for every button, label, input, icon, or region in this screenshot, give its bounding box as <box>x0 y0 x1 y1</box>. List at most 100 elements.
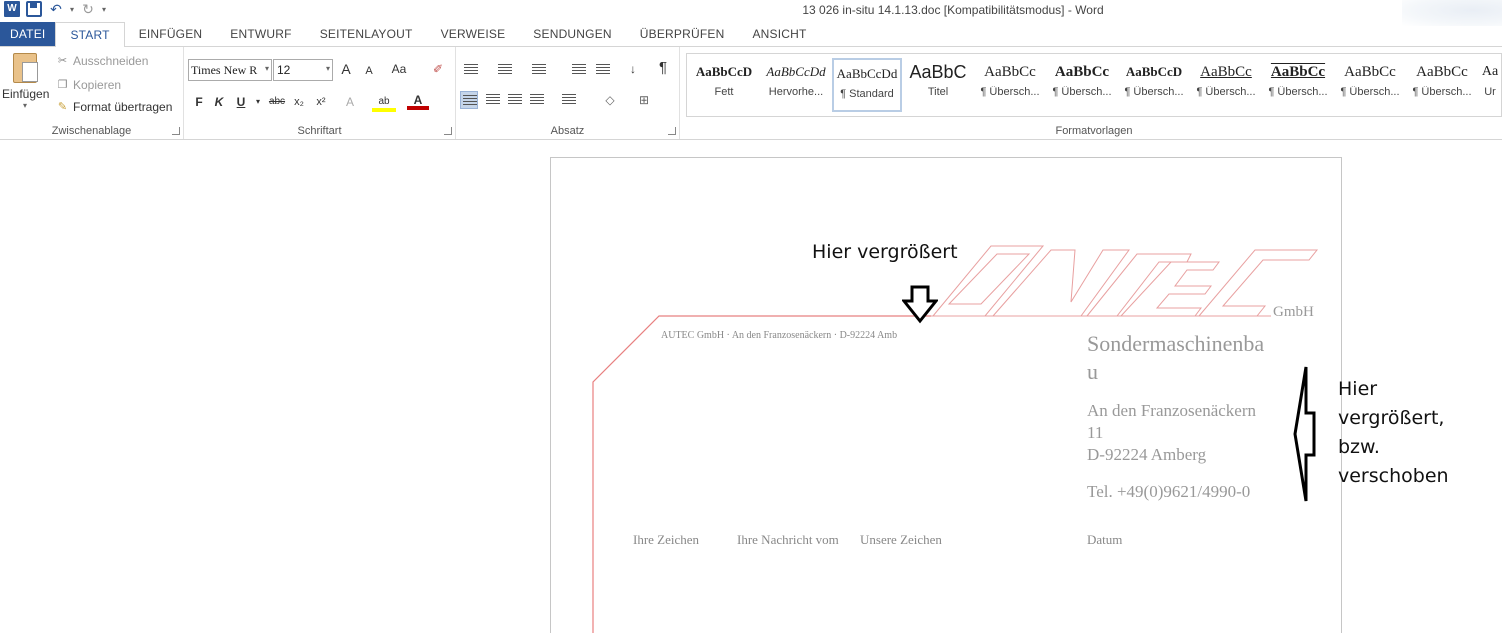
paragraph-group-label: Absatz <box>550 125 585 137</box>
style-label: Fett <box>714 86 734 98</box>
paintbrush-icon: ✎ <box>57 100 68 113</box>
address-number: 11 <box>1087 423 1104 442</box>
arrow-down-icon <box>902 285 938 324</box>
style-heading-4[interactable]: AaBbCc ¶ Übersch... <box>1191 58 1261 112</box>
tab-page-layout[interactable]: SEITENLAYOUT <box>306 22 427 46</box>
style-title[interactable]: AaBbC Titel <box>903 58 973 112</box>
company-phone: Tel. +49(0)9621/4990-0 <box>1087 482 1251 501</box>
style-sample: AaBbCcD <box>1125 64 1183 79</box>
document-page[interactable]: GmbH AUTEC GmbH · An den Franzosenäckern… <box>550 157 1342 633</box>
justify-icon[interactable] <box>528 91 546 109</box>
numbering-icon[interactable] <box>496 61 514 79</box>
tab-design[interactable]: ENTWURF <box>216 22 305 46</box>
style-sample: AaBbCcDd <box>836 66 898 81</box>
cut-label: Ausschneiden <box>73 54 149 68</box>
style-heading-7[interactable]: AaBbCc ¶ Übersch... <box>1407 58 1477 112</box>
style-heading-2[interactable]: AaBbCc ¶ Übersch... <box>1047 58 1117 112</box>
superscript-button[interactable]: x² <box>313 93 329 111</box>
style-sample: AaBbCcD <box>695 64 753 79</box>
style-subtitle[interactable]: Aa Ur <box>1479 58 1501 112</box>
shrink-font-button[interactable]: A <box>362 62 376 80</box>
clipboard-launcher-icon[interactable] <box>172 127 180 135</box>
style-sample: AaBbCc <box>1270 64 1326 80</box>
paragraph-launcher-icon[interactable] <box>668 127 676 135</box>
margin-frame <box>592 245 1319 633</box>
company-name-line2: u <box>1087 359 1098 384</box>
company-name: Sondermaschinenba u <box>1087 330 1264 386</box>
logo-gmbh-text: GmbH <box>1273 304 1314 320</box>
styles-gallery: AaBbCcD Fett AaBbCcDd Hervorhe... AaBbCc… <box>686 53 1502 117</box>
style-label: ¶ Übersch... <box>1196 86 1256 98</box>
margin-line <box>592 315 931 633</box>
underline-dropdown-icon[interactable]: ▾ <box>254 93 262 111</box>
multilevel-list-icon[interactable] <box>530 61 548 79</box>
style-sample: AaBbCcDd <box>766 64 826 79</box>
grow-font-button[interactable]: A <box>338 60 354 78</box>
tab-view[interactable]: ANSICHT <box>738 22 820 46</box>
style-bold[interactable]: AaBbCcD Fett <box>689 58 759 112</box>
highlighter-icon: ab <box>378 96 390 107</box>
subscript-button[interactable]: x₂ <box>291 93 307 111</box>
tab-start[interactable]: START <box>55 22 125 47</box>
style-label: ¶ Übersch... <box>1412 86 1472 98</box>
line-spacing-icon[interactable] <box>560 91 578 109</box>
style-label: ¶ Übersch... <box>980 86 1040 98</box>
align-center-icon[interactable] <box>484 91 502 109</box>
sender-line: AUTEC GmbH · An den Franzosenäckern · D-… <box>661 330 898 341</box>
style-label: ¶ Übersch... <box>1124 86 1184 98</box>
address-city: D-92224 Amberg <box>1087 445 1207 464</box>
underline-button[interactable]: U <box>234 93 248 111</box>
italic-button[interactable]: K <box>212 93 226 111</box>
style-heading-1[interactable]: AaBbCc ¶ Übersch... <box>975 58 1045 112</box>
align-right-icon[interactable] <box>506 91 524 109</box>
window-title: 13 026 in-situ 14.1.13.doc [Kompatibilit… <box>802 3 1104 17</box>
pilcrow-button[interactable]: ¶ <box>654 59 672 77</box>
style-label: Titel <box>927 86 949 98</box>
tab-review[interactable]: ÜBERPRÜFEN <box>626 22 739 46</box>
tab-file[interactable]: DATEI <box>0 22 56 46</box>
highlight-color-button[interactable]: ab <box>372 91 396 112</box>
annotation-right-line2: vergrößert, <box>1338 407 1445 429</box>
align-left-icon[interactable] <box>460 91 478 109</box>
style-emphasis[interactable]: AaBbCcDd Hervorhe... <box>761 58 831 112</box>
strikethrough-button[interactable]: abc <box>267 93 287 111</box>
style-sample: AaBbCc <box>984 64 1036 80</box>
font-name-box[interactable]: Times New R ▾ <box>188 59 272 81</box>
change-case-button[interactable]: Aa <box>388 60 410 78</box>
borders-icon[interactable]: ⊞ <box>634 91 654 109</box>
annotation-top: Hier vergrößert <box>812 241 958 263</box>
chevron-down-icon: ▾ <box>325 64 330 73</box>
copy-button[interactable]: ❐ Kopieren <box>56 78 121 92</box>
bullets-icon[interactable] <box>462 61 480 79</box>
font-size-box[interactable]: 12 ▾ <box>273 59 333 81</box>
tab-insert[interactable]: EINFÜGEN <box>125 22 217 46</box>
style-label: ¶ Übersch... <box>1340 86 1400 98</box>
ribbon: Einfügen ▾ ✂ Ausschneiden ❐ Kopieren ✎ F… <box>0 46 1502 140</box>
font-name-value: Times New R <box>191 63 258 77</box>
increase-indent-icon[interactable] <box>594 61 612 79</box>
format-painter-button[interactable]: ✎ Format übertragen <box>56 100 173 114</box>
style-standard[interactable]: AaBbCcDd ¶ Standard <box>832 58 902 112</box>
font-size-value: 12 <box>277 63 291 77</box>
clipboard-group: Einfügen ▾ ✂ Ausschneiden ❐ Kopieren ✎ F… <box>0 47 184 139</box>
font-launcher-icon[interactable] <box>444 127 452 135</box>
style-label: ¶ Übersch... <box>1268 86 1328 98</box>
font-color-button[interactable]: A <box>407 91 429 110</box>
annotation-right-line1: Hier <box>1338 378 1378 400</box>
style-heading-3[interactable]: AaBbCcD ¶ Übersch... <box>1119 58 1189 112</box>
paste-button[interactable]: Einfügen ▾ <box>2 53 49 110</box>
style-heading-6[interactable]: AaBbCc ¶ Übersch... <box>1335 58 1405 112</box>
bold-button[interactable]: F <box>192 93 206 111</box>
text-effects-icon[interactable]: A <box>342 93 358 111</box>
shading-icon[interactable]: ◇ <box>600 91 620 109</box>
clear-format-icon[interactable]: ✐ <box>428 60 448 78</box>
style-sample: AaBbCc <box>1054 64 1110 80</box>
paste-dropdown-icon[interactable]: ▾ <box>2 101 48 110</box>
tab-mailings[interactable]: SENDUNGEN <box>519 22 625 46</box>
style-heading-5[interactable]: AaBbCc ¶ Übersch... <box>1263 58 1333 112</box>
cut-button[interactable]: ✂ Ausschneiden <box>56 54 149 68</box>
decrease-indent-icon[interactable] <box>570 61 588 79</box>
tab-references[interactable]: VERWEISE <box>427 22 520 46</box>
sort-icon[interactable]: ↓ <box>624 60 642 78</box>
document-area: GmbH AUTEC GmbH · An den Franzosenäckern… <box>0 141 1502 633</box>
